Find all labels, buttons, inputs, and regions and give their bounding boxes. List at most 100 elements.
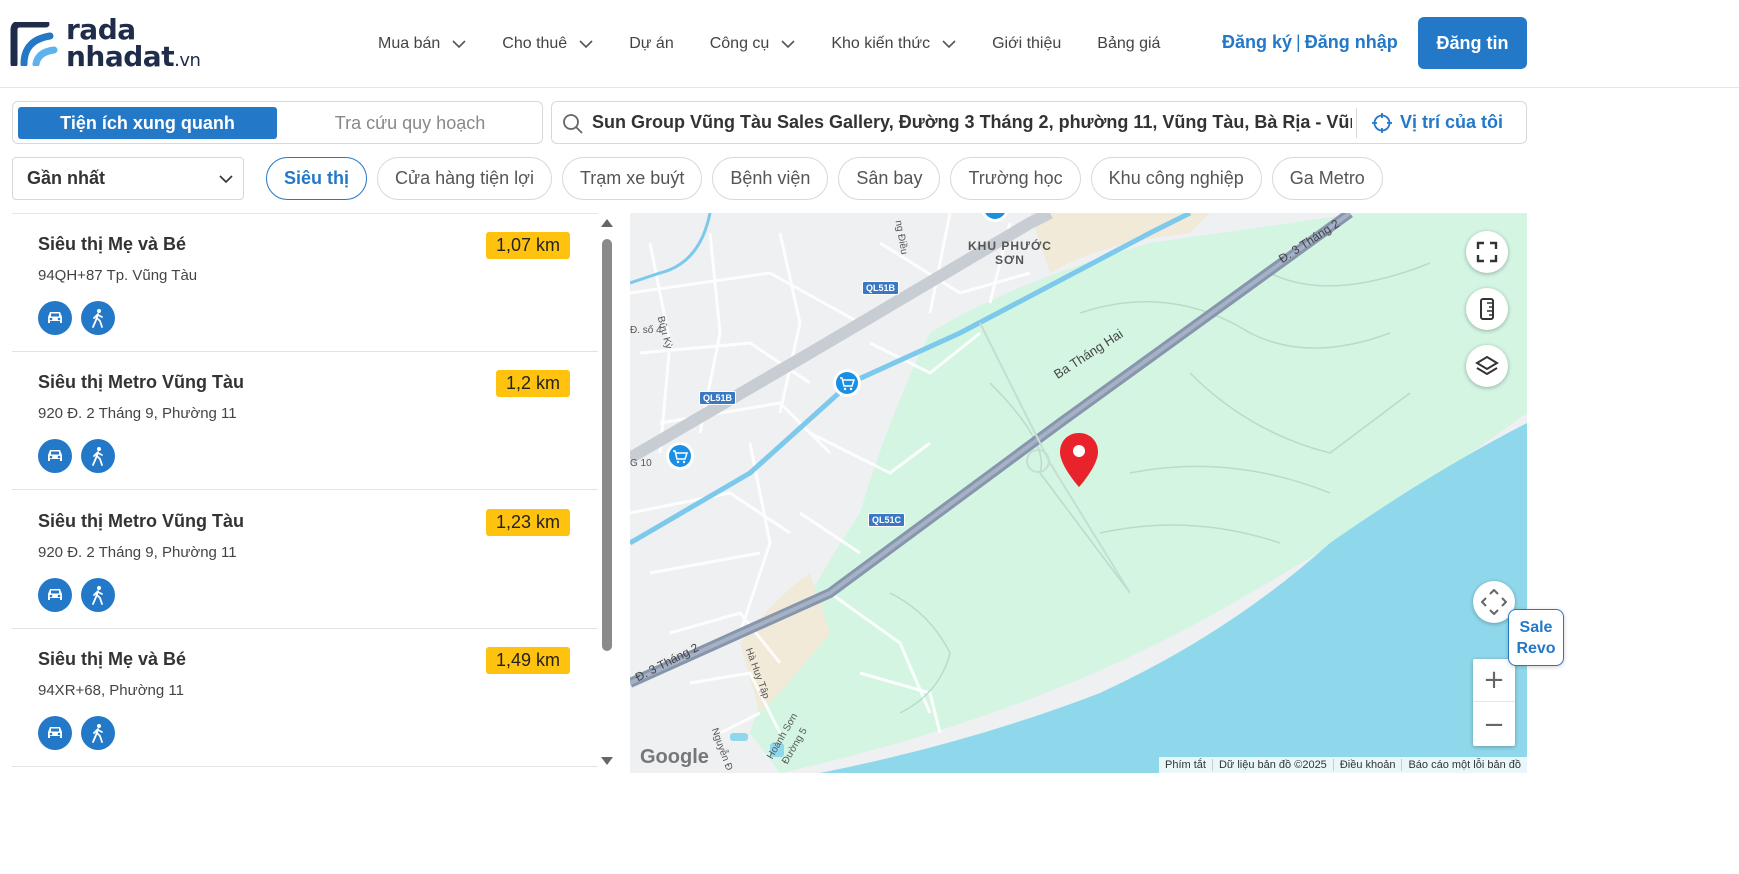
road-shield: QL51C: [868, 513, 906, 527]
auth-separator: |: [1296, 32, 1301, 52]
nav-label: Cho thuê: [502, 35, 568, 52]
item-name: Siêu thị Metro Vũng Tàu: [38, 511, 244, 531]
car-route-button[interactable]: [38, 439, 72, 473]
district-line-2: SƠN: [994, 253, 1025, 267]
map-label-road: G 10: [630, 458, 652, 469]
nav-item-cong-cu[interactable]: Công cụ: [710, 35, 796, 53]
car-icon: [48, 727, 62, 738]
sort-select[interactable]: Gần nhất: [12, 157, 244, 200]
nav-item-cho-thue[interactable]: Cho thuê: [502, 35, 593, 53]
nav-item-mua-ban[interactable]: Mua bán: [378, 35, 466, 53]
my-location-button[interactable]: Vị trí của tôi: [1372, 112, 1503, 133]
supermarket-marker-icon[interactable]: [832, 368, 862, 402]
layers-icon: [1475, 355, 1499, 376]
pan-arrows-icon: [1481, 589, 1507, 615]
nav-label: Mua bán: [378, 35, 441, 52]
map-view[interactable]: KHU PHƯỚC SƠN Ba Tháng Hai Đ. 3 Tháng 2 …: [630, 213, 1527, 773]
walking-icon: [92, 447, 103, 466]
distance-badge: 1,23 km: [485, 509, 570, 536]
search-input[interactable]: Sun Group Vũng Tàu Sales Gallery, Đường …: [592, 102, 1352, 143]
zoom-controls: + −: [1473, 659, 1515, 746]
fullscreen-icon: [1476, 241, 1498, 263]
car-icon: [48, 589, 62, 600]
site-logo[interactable]: rada nhadat.vn: [10, 16, 210, 72]
walk-route-button[interactable]: [81, 439, 115, 473]
ruler-button[interactable]: [1466, 288, 1508, 330]
chip-sieu-thi[interactable]: Siêu thị: [266, 157, 368, 200]
layers-button[interactable]: [1466, 345, 1508, 387]
supermarket-marker-icon[interactable]: [665, 441, 695, 475]
sort-selected-value: Gần nhất: [27, 168, 106, 188]
scroll-up-arrow-icon[interactable]: [601, 219, 613, 227]
item-name: Siêu thị Metro Vũng Tàu: [38, 372, 244, 392]
chip-tram-xe-buyt[interactable]: Trạm xe buýt: [561, 157, 703, 200]
terms-link[interactable]: Điều khoản: [1332, 759, 1402, 771]
results-list: Siêu thị Mẹ và Bé 94QH+87 Tp. Vũng Tàu 1…: [12, 213, 598, 773]
zoom-in-button[interactable]: +: [1473, 659, 1515, 702]
chevron-down-icon: [452, 40, 466, 49]
nav-item-bang-gia[interactable]: Bảng giá: [1097, 35, 1160, 53]
login-link[interactable]: Đăng nhập: [1305, 32, 1398, 52]
chip-ga-metro[interactable]: Ga Metro: [1271, 157, 1383, 200]
keyboard-shortcuts-link[interactable]: Phím tắt: [1159, 759, 1212, 771]
chip-truong-hoc[interactable]: Trường học: [950, 157, 1081, 200]
chip-san-bay[interactable]: Sân bay: [838, 157, 941, 200]
scroll-down-arrow-icon[interactable]: [601, 757, 613, 765]
list-item[interactable]: Siêu thị Mẹ và Bé 94XR+68, Phường 11 1,4…: [12, 629, 598, 767]
walking-icon: [92, 586, 103, 605]
item-address: 920 Đ. 2 Tháng 9, Phường 11: [38, 405, 237, 422]
crosshair-icon: [1372, 112, 1392, 133]
post-listing-button[interactable]: Đăng tin: [1418, 17, 1527, 69]
nav-label: Dự án: [629, 35, 674, 52]
logo-line-1: rada: [66, 13, 136, 46]
car-route-button[interactable]: [38, 578, 72, 612]
chevron-down-icon: [579, 40, 593, 49]
nav-label: Giới thiệu: [992, 35, 1062, 52]
scroll-thumb[interactable]: [602, 239, 612, 651]
logo-suffix: .vn: [174, 50, 201, 71]
results-scrollbar[interactable]: [599, 213, 615, 773]
chevron-down-icon: [942, 40, 956, 49]
chip-cua-hang-tien-loi[interactable]: Cửa hàng tiện lợi: [377, 157, 552, 200]
nav-item-gioi-thieu[interactable]: Giới thiệu: [992, 35, 1061, 53]
location-pin-icon[interactable]: [1058, 431, 1100, 489]
car-icon: [48, 450, 62, 461]
list-item[interactable]: Siêu thị Metro Vũng Tàu 920 Đ. 2 Tháng 9…: [12, 352, 598, 490]
map-data-credit: Dữ liệu bản đồ ©2025: [1211, 759, 1333, 771]
road-shield: QL51B: [862, 281, 900, 295]
my-location-label: Vị trí của tôi: [1400, 112, 1504, 132]
walk-route-button[interactable]: [81, 578, 115, 612]
nav-label: Bảng giá: [1097, 35, 1161, 52]
car-icon: [48, 312, 62, 323]
search-icon: [563, 114, 583, 134]
fullscreen-button[interactable]: [1466, 231, 1508, 273]
item-address: 94QH+87 Tp. Vũng Tàu: [38, 267, 198, 284]
list-item[interactable]: Siêu thị Metro Vũng Tàu 920 Đ. 2 Tháng 9…: [12, 491, 598, 629]
walk-route-button[interactable]: [81, 716, 115, 750]
zoom-out-button[interactable]: −: [1473, 703, 1515, 746]
walking-icon: [92, 309, 103, 328]
supermarket-marker-icon[interactable]: [980, 213, 1010, 223]
report-error-link[interactable]: Báo cáo một lỗi bản đồ: [1401, 759, 1527, 771]
sale-revo-button[interactable]: Sale Revo: [1508, 609, 1564, 666]
site-header: rada nhadat.vn Mua bán Cho thuê Dự án Cô…: [0, 0, 1739, 88]
sale-revo-line-1: Sale: [1519, 618, 1553, 636]
walk-route-button[interactable]: [81, 301, 115, 335]
nav-label: Kho kiến thức: [831, 35, 931, 52]
distance-badge: 1,49 km: [485, 647, 570, 674]
tab-planning-lookup[interactable]: Tra cứu quy hoạch: [281, 107, 539, 139]
nav-item-du-an[interactable]: Dự án: [629, 35, 674, 53]
car-route-button[interactable]: [38, 716, 72, 750]
tab-nearby-amenities[interactable]: Tiện ích xung quanh: [18, 107, 277, 139]
nav-item-kho-kien-thuc[interactable]: Kho kiến thức: [831, 35, 956, 53]
location-search: Sun Group Vũng Tàu Sales Gallery, Đường …: [551, 101, 1527, 144]
category-chips: Siêu thị Cửa hàng tiện lợi Trạm xe buýt …: [266, 157, 1393, 200]
chip-khu-cong-nghiep[interactable]: Khu công nghiệp: [1090, 157, 1262, 200]
chip-benh-vien[interactable]: Bệnh viện: [712, 157, 829, 200]
map-attribution: Phím tắt Dữ liệu bản đồ ©2025 Điều khoản…: [1159, 757, 1527, 773]
register-link[interactable]: Đăng ký: [1222, 32, 1292, 52]
nav-label: Công cụ: [709, 35, 770, 52]
list-item[interactable]: Siêu thị Mẹ và Bé 94QH+87 Tp. Vũng Tàu 1…: [12, 214, 598, 352]
car-route-button[interactable]: [38, 301, 72, 335]
logo-text: rada nhadat.vn: [66, 13, 201, 74]
